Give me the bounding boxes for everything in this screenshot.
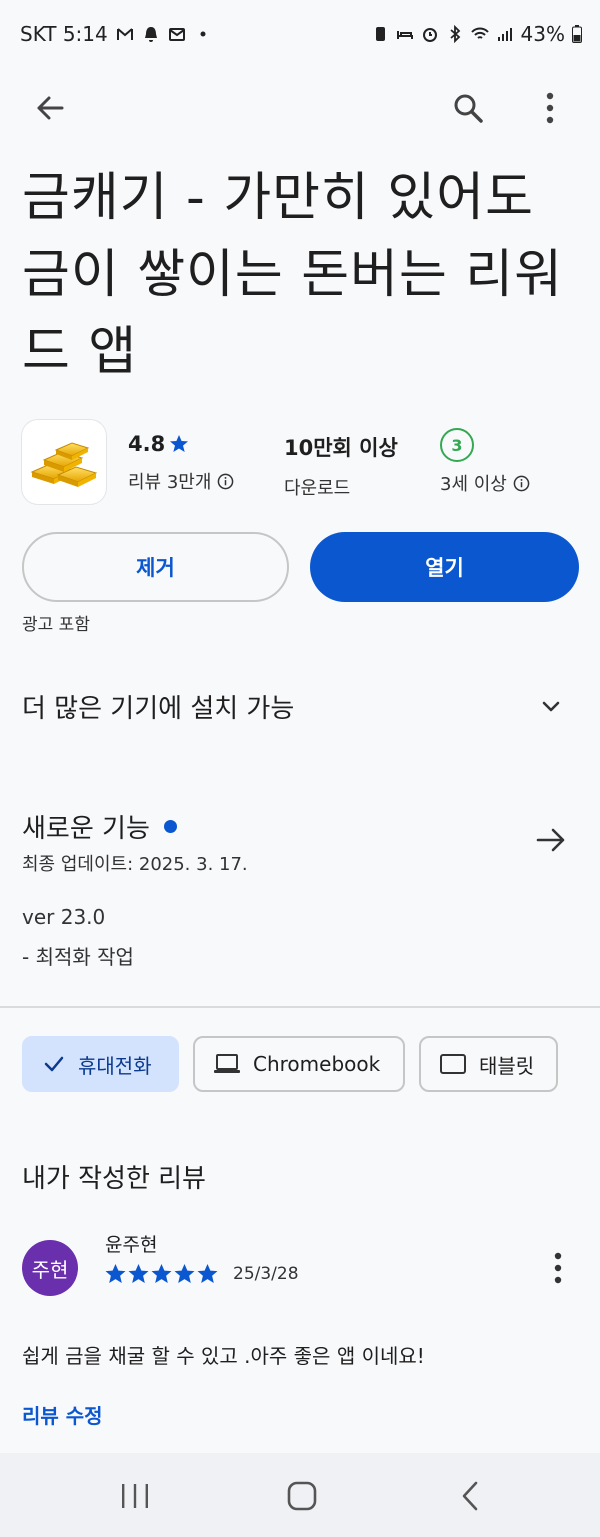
back-nav-icon[interactable] — [456, 1479, 486, 1513]
downloads-value: 10만회 이상 — [284, 436, 398, 460]
open-button[interactable]: 열기 — [310, 532, 579, 602]
age-rating-stat[interactable]: 3 3세 이상 — [440, 428, 530, 496]
rating-label: 리뷰 3만개 — [128, 472, 212, 493]
last-updated: 최종 업데이트: 2025. 3. 17. — [22, 854, 248, 875]
new-indicator-dot — [163, 820, 177, 833]
chip-tablet-label: 태블릿 — [479, 1053, 535, 1078]
search-icon[interactable] — [446, 86, 490, 130]
sleep-mode-icon — [396, 31, 413, 39]
version-text: ver 23.0 — [22, 905, 106, 929]
wifi-icon — [470, 27, 489, 39]
battery-icon — [572, 25, 582, 43]
system-navigation-bar — [0, 1453, 600, 1537]
more-devices-title: 더 많은 기기에 설치 가능 — [22, 694, 295, 724]
uninstall-button[interactable]: 제거 — [22, 532, 289, 602]
rating-value: 4.8 — [128, 432, 166, 456]
age-rating-badge: 3 — [440, 428, 474, 462]
chip-phone-label: 휴대전화 — [78, 1053, 152, 1078]
more-notifications-dot-icon — [200, 31, 206, 37]
laptop-icon — [214, 1054, 240, 1073]
whats-new-title: 새로운 기능 — [22, 814, 150, 844]
battery-percent: 43% — [520, 22, 565, 46]
app-title: 금캐기 - 가만히 있어도 금이 쌓이는 돈버는 리워드 앱 — [22, 168, 563, 382]
back-arrow-icon[interactable] — [28, 86, 72, 130]
star-icon — [151, 1264, 172, 1283]
rating-stat[interactable]: 4.8 리뷰 3만개 — [128, 432, 234, 494]
review-more-options-icon[interactable] — [541, 1248, 575, 1288]
info-icon[interactable] — [513, 475, 530, 492]
star-icon — [197, 1264, 218, 1283]
release-notes: - 최적화 작업 — [22, 945, 134, 969]
chevron-down-icon[interactable] — [536, 692, 566, 722]
app-icon — [22, 420, 106, 504]
info-icon[interactable] — [217, 473, 234, 490]
downloads-label: 다운로드 — [284, 478, 351, 499]
status-left: SKT 5:14 — [20, 22, 212, 46]
alarm-icon — [422, 28, 437, 42]
bell-notification-icon — [144, 27, 157, 42]
review-date: 25/3/28 — [233, 1264, 299, 1284]
avatar: 주현 — [22, 1240, 78, 1296]
carrier-time: SKT 5:14 — [20, 22, 108, 46]
star-icon — [128, 1264, 149, 1283]
contains-ads-notice: 광고 포함 — [22, 615, 90, 635]
age-rating-label: 3세 이상 — [440, 474, 507, 495]
star-icon — [170, 435, 189, 452]
mail-notification-icon — [168, 28, 185, 41]
review-text: 쉽게 금을 채굴 할 수 있고 .아주 좋은 앱 이네요! — [22, 1344, 425, 1368]
home-icon[interactable] — [285, 1479, 319, 1513]
top-app-bar — [0, 78, 600, 148]
gold-bars-icon — [30, 442, 98, 487]
section-divider — [0, 1006, 600, 1008]
chip-chromebook[interactable]: Chromebook — [193, 1036, 405, 1092]
chip-phone[interactable]: 휴대전화 — [22, 1036, 179, 1092]
bluetooth-icon — [449, 25, 460, 43]
my-review-title: 내가 작성한 리뷰 — [22, 1164, 206, 1194]
status-bar: SKT 5:14 43% — [0, 0, 600, 78]
downloads-stat: 10만회 이상 다운로드 — [284, 432, 398, 500]
signal-icon — [497, 28, 512, 41]
battery-saver-icon — [375, 27, 385, 41]
star-icon — [105, 1264, 126, 1283]
gmail-notification-icon — [116, 28, 133, 40]
tablet-icon — [440, 1054, 466, 1074]
more-options-icon[interactable] — [530, 86, 570, 130]
status-right: 43% — [371, 22, 582, 46]
check-icon — [44, 1056, 64, 1072]
star-icon — [174, 1264, 195, 1283]
review-stars: 25/3/28 — [104, 1263, 299, 1285]
recent-apps-icon[interactable] — [118, 1481, 152, 1511]
whats-new-header[interactable]: 새로운 기능 최종 업데이트: 2025. 3. 17. — [0, 800, 600, 880]
chip-chromebook-label: Chromebook — [253, 1052, 381, 1076]
chip-tablet[interactable]: 태블릿 — [419, 1036, 558, 1092]
more-devices-row[interactable]: 더 많은 기기에 설치 가능 — [0, 670, 600, 746]
arrow-forward-icon[interactable] — [533, 822, 569, 858]
edit-review-link[interactable]: 리뷰 수정 — [22, 1400, 103, 1429]
review-author: 윤주현 — [105, 1234, 158, 1256]
